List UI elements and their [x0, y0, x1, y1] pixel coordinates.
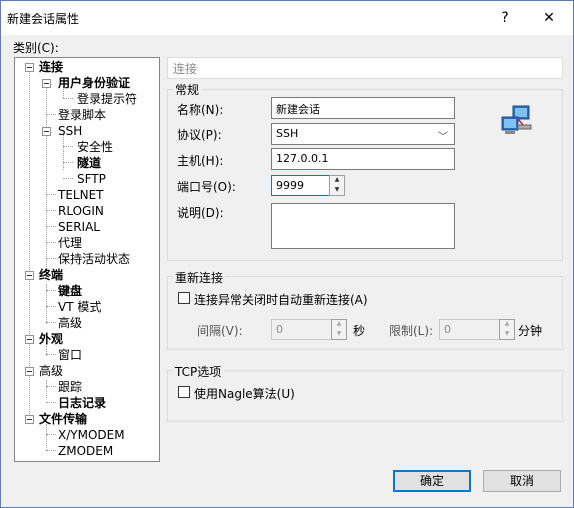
tree-item-terminal-advanced[interactable]: 高级	[58, 316, 82, 331]
tree-line	[46, 114, 56, 115]
tree-line	[46, 402, 56, 403]
description-label: 说明(D):	[177, 206, 224, 220]
section-header: 连接	[167, 57, 563, 79]
cancel-button[interactable]: 取消	[483, 470, 561, 492]
limit-unit: 分钟	[518, 324, 543, 338]
tcp-group-title: TCP选项	[173, 363, 224, 380]
tree-line	[63, 134, 64, 170]
section-title: 连接	[173, 62, 198, 76]
interval-label: 间隔(V):	[197, 324, 243, 338]
spin-down-icon[interactable]: ▼	[330, 186, 344, 196]
tree-item-proxy[interactable]: 代理	[58, 236, 82, 251]
collapse-toggle[interactable]	[25, 415, 34, 424]
tree-line	[63, 146, 73, 147]
tree-item-zmodem[interactable]: ZMODEM	[58, 444, 113, 459]
tree-item-security[interactable]: 安全性	[77, 140, 113, 155]
tree-item-sftp[interactable]: SFTP	[77, 172, 106, 187]
close-button[interactable]: ✕	[531, 5, 567, 31]
spin-up-icon[interactable]: ▲	[332, 320, 346, 330]
tree-item-telnet[interactable]: TELNET	[58, 188, 104, 203]
tree-line	[46, 450, 56, 451]
tree-item-rlogin[interactable]: RLOGIN	[58, 204, 104, 219]
tree-line	[63, 178, 73, 179]
collapse-toggle[interactable]	[25, 335, 34, 344]
help-button[interactable]: ?	[487, 5, 523, 31]
dialog-window: 新建会话属性 ? ✕ 类别(C): 连接 用户身份验证 登录提示符 登录脚本 S…	[0, 0, 574, 508]
spin-up-icon[interactable]: ▲	[500, 320, 514, 330]
description-field[interactable]	[271, 203, 455, 249]
protocol-label: 协议(P):	[177, 128, 222, 142]
limit-label: 限制(L):	[389, 324, 434, 338]
tree-item-keepalive[interactable]: 保持活动状态	[58, 252, 130, 267]
tree-item-appearance[interactable]: 外观	[39, 332, 63, 347]
tree-item-tunnel[interactable]: 隧道	[77, 156, 101, 171]
tree-item-xymodem[interactable]: X/YMODEM	[58, 428, 125, 443]
tree-line	[46, 290, 56, 291]
category-label: 类别(C):	[13, 41, 59, 55]
collapse-toggle[interactable]	[25, 367, 34, 376]
title-bar: 新建会话属性 ? ✕	[1, 1, 573, 35]
limit-field[interactable]: 0	[439, 319, 501, 340]
tree-item-login-prompts[interactable]: 登录提示符	[77, 92, 137, 107]
chevron-down-icon: ﹀	[438, 132, 448, 143]
port-stepper[interactable]: ▲ ▼	[329, 175, 345, 196]
ok-button[interactable]: 确定	[393, 470, 471, 492]
tree-item-login-script[interactable]: 登录脚本	[58, 108, 106, 123]
tree-line	[46, 322, 56, 323]
name-field[interactable]: 新建会话	[271, 97, 455, 119]
tree-item-serial[interactable]: SERIAL	[58, 220, 100, 235]
tree-item-connection[interactable]: 连接	[39, 60, 63, 75]
spin-up-icon[interactable]: ▲	[330, 176, 344, 186]
auto-reconnect-checkbox[interactable]	[178, 292, 190, 304]
port-field[interactable]: 9999	[271, 175, 331, 196]
tree-item-auth[interactable]: 用户身份验证	[58, 76, 130, 91]
host-field[interactable]: 127.0.0.1	[271, 148, 455, 170]
collapse-toggle[interactable]	[25, 63, 34, 72]
collapse-toggle[interactable]	[42, 79, 51, 88]
tree-line	[46, 306, 56, 307]
protocol-select[interactable]: SSH ﹀	[271, 123, 455, 145]
tree-item-window[interactable]: 窗口	[58, 348, 82, 363]
nagle-checkbox[interactable]	[178, 386, 190, 398]
tree-line	[46, 434, 56, 435]
tree-line	[63, 98, 73, 99]
port-label: 端口号(O):	[177, 180, 236, 194]
tree-item-vt-mode[interactable]: VT 模式	[58, 300, 101, 315]
general-group-title: 常规	[173, 81, 202, 98]
category-tree[interactable]: 连接 用户身份验证 登录提示符 登录脚本 SSH 安全性 隧道 SFTP TEL…	[14, 57, 160, 462]
interval-stepper[interactable]: ▲ ▼	[331, 319, 347, 340]
reconnect-group-title: 重新连接	[173, 269, 226, 286]
name-label: 名称(N):	[177, 103, 224, 117]
tree-line	[46, 380, 47, 398]
collapse-toggle[interactable]	[25, 271, 34, 280]
tree-line	[46, 258, 56, 259]
tree-line	[63, 162, 73, 163]
tree-line	[46, 226, 56, 227]
tree-line	[46, 242, 56, 243]
tree-line	[46, 424, 47, 450]
tree-item-logging[interactable]: 日志记录	[58, 396, 106, 411]
tree-item-advanced[interactable]: 高级	[39, 364, 63, 379]
collapse-toggle[interactable]	[42, 127, 51, 136]
tree-line	[46, 354, 56, 355]
nagle-label[interactable]: 使用Nagle算法(U)	[194, 385, 295, 402]
window-title: 新建会话属性	[7, 12, 80, 26]
limit-stepper[interactable]: ▲ ▼	[499, 319, 515, 340]
host-label: 主机(H):	[177, 154, 224, 168]
tree-item-ssh[interactable]: SSH	[58, 124, 82, 139]
network-computer-icon	[499, 103, 533, 137]
interval-field[interactable]: 0	[271, 319, 333, 340]
tree-item-keyboard[interactable]: 键盘	[58, 284, 82, 299]
tree-line	[46, 210, 56, 211]
tree-item-trace[interactable]: 跟踪	[58, 380, 82, 395]
spin-down-icon[interactable]: ▼	[500, 330, 514, 340]
spin-down-icon[interactable]: ▼	[332, 330, 346, 340]
tree-item-file-transfer[interactable]: 文件传输	[39, 412, 87, 427]
protocol-value: SSH	[276, 127, 299, 140]
auto-reconnect-label[interactable]: 连接异常关闭时自动重新连接(A)	[194, 291, 368, 308]
interval-unit: 秒	[353, 324, 366, 338]
tree-item-terminal[interactable]: 终端	[39, 268, 63, 283]
tree-line	[46, 386, 56, 387]
tree-line	[46, 194, 56, 195]
